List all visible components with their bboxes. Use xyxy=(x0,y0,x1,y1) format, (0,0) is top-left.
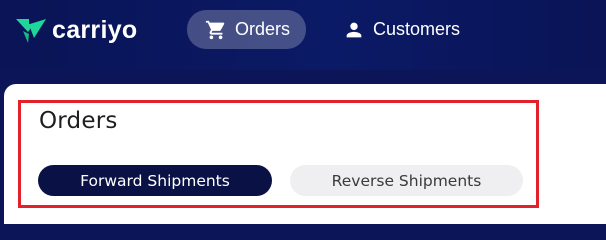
carriyo-logo-icon xyxy=(16,19,46,43)
page-title: Orders xyxy=(39,108,118,134)
nav-orders-button[interactable]: Orders xyxy=(187,10,306,49)
person-icon xyxy=(346,22,362,37)
tab-reverse-shipments[interactable]: Reverse Shipments xyxy=(290,165,523,196)
nav-customers-button[interactable]: Customers xyxy=(332,10,472,49)
nav-orders-label: Orders xyxy=(235,19,291,39)
brand-name: carriyo xyxy=(52,16,138,44)
tab-forward-shipments[interactable]: Forward Shipments xyxy=(38,165,272,196)
brand-logo[interactable]: carriyo xyxy=(16,16,138,44)
nav-customers-label: Customers xyxy=(373,19,461,39)
top-navigation-bar: carriyo Orders Customers xyxy=(0,0,606,70)
cart-icon xyxy=(205,20,225,39)
